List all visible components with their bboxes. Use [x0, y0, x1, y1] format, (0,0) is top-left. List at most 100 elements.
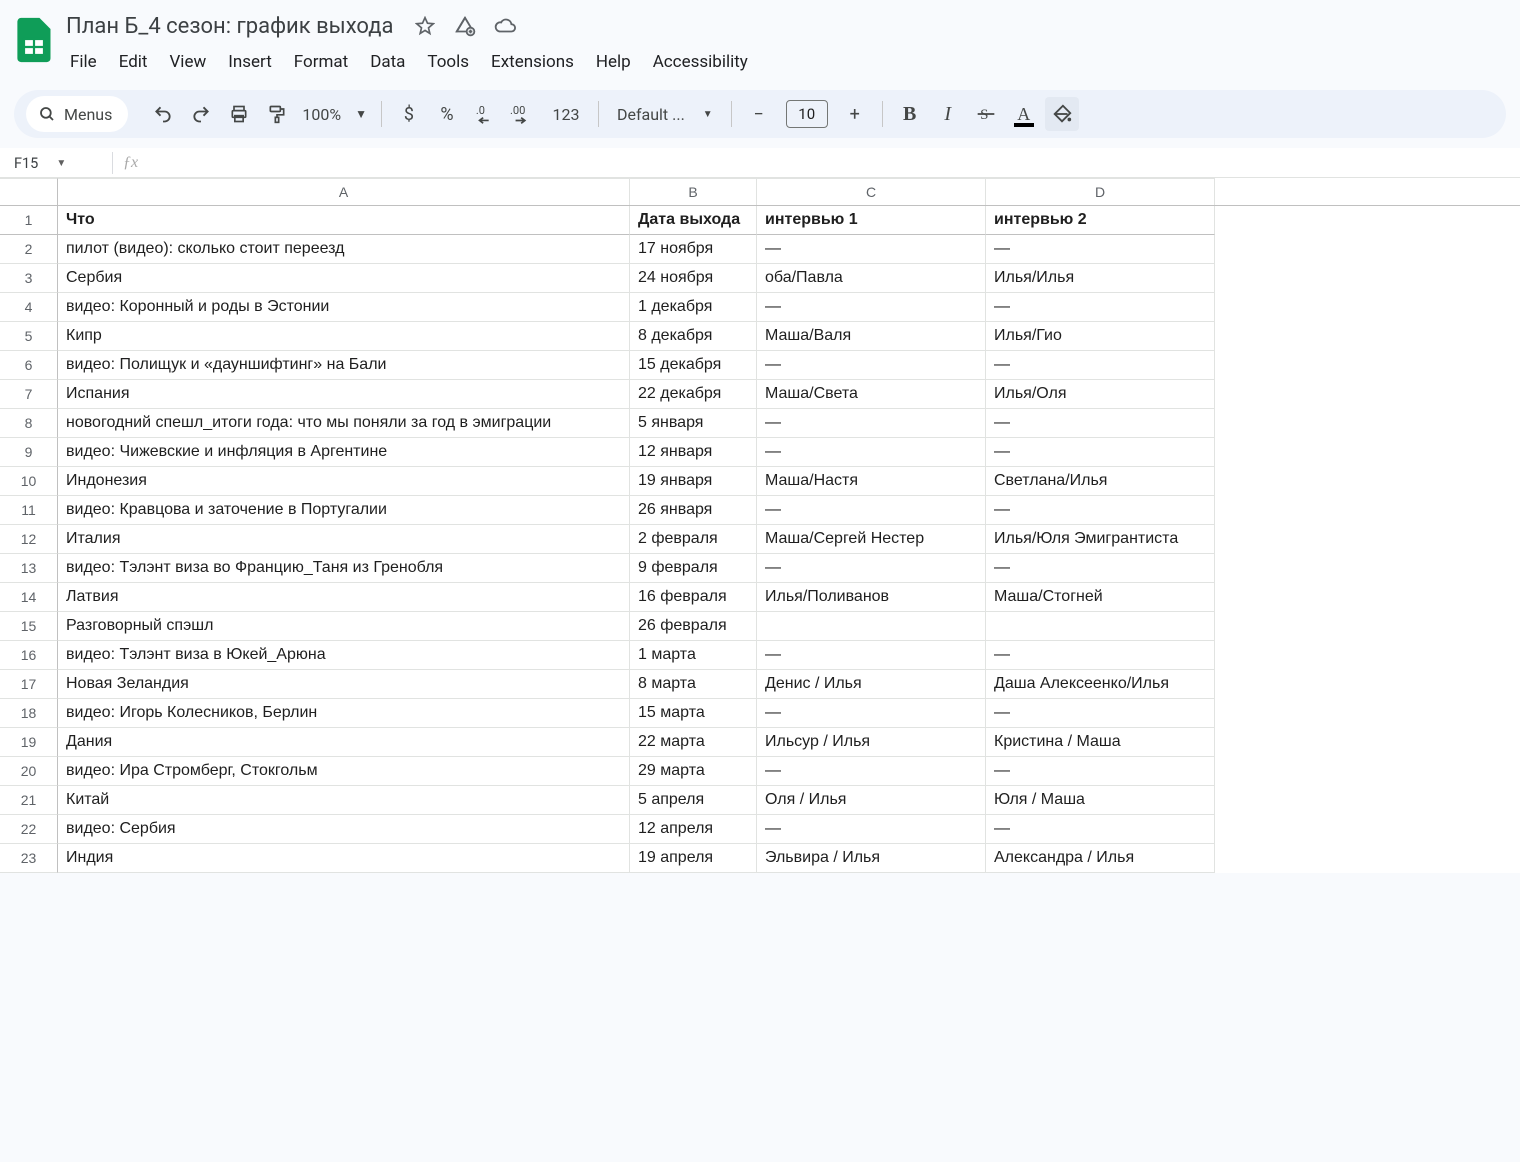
cell[interactable]: — — [757, 815, 986, 844]
cell[interactable]: — — [757, 757, 986, 786]
font-size-input[interactable]: 10 — [786, 100, 828, 128]
strikethrough-button[interactable]: S — [969, 97, 1003, 131]
cell[interactable]: 8 декабря — [630, 322, 757, 351]
cell[interactable]: Кристина / Маша — [986, 728, 1215, 757]
cell[interactable]: — — [986, 293, 1215, 322]
decrease-decimal-button[interactable]: .0 — [468, 97, 502, 131]
cell[interactable]: — — [986, 554, 1215, 583]
cell[interactable]: — — [986, 757, 1215, 786]
cell[interactable]: 8 марта — [630, 670, 757, 699]
cell[interactable]: 22 марта — [630, 728, 757, 757]
cell[interactable]: Сербия — [58, 264, 630, 293]
cell[interactable]: Китай — [58, 786, 630, 815]
row-header[interactable]: 1 — [0, 206, 58, 235]
star-icon[interactable] — [411, 12, 439, 40]
menu-help[interactable]: Help — [586, 46, 641, 78]
cell[interactable]: Илья/Оля — [986, 380, 1215, 409]
col-header-b[interactable]: B — [630, 178, 757, 205]
move-icon[interactable] — [451, 12, 479, 40]
row-header[interactable]: 15 — [0, 612, 58, 641]
cell[interactable]: Новая Зеландия — [58, 670, 630, 699]
cell[interactable]: Кипр — [58, 322, 630, 351]
cell[interactable]: 12 января — [630, 438, 757, 467]
cell[interactable]: Италия — [58, 525, 630, 554]
cell[interactable]: интервью 1 — [757, 206, 986, 235]
cell[interactable]: — — [757, 438, 986, 467]
cell[interactable]: Александра / Илья — [986, 844, 1215, 873]
cell[interactable]: Оля / Илья — [757, 786, 986, 815]
cell[interactable]: — — [986, 351, 1215, 380]
cell[interactable]: Дата выхода — [630, 206, 757, 235]
col-header-c[interactable]: C — [757, 178, 986, 205]
row-header[interactable]: 18 — [0, 699, 58, 728]
cell[interactable]: 5 апреля — [630, 786, 757, 815]
bold-button[interactable]: B — [893, 97, 927, 131]
cell[interactable]: 1 декабря — [630, 293, 757, 322]
cell[interactable]: 15 декабря — [630, 351, 757, 380]
menu-insert[interactable]: Insert — [218, 46, 282, 78]
row-header[interactable]: 5 — [0, 322, 58, 351]
row-header[interactable]: 14 — [0, 583, 58, 612]
menu-file[interactable]: File — [60, 46, 107, 78]
cell[interactable]: 19 апреля — [630, 844, 757, 873]
row-header[interactable]: 2 — [0, 235, 58, 264]
cell[interactable]: — — [757, 293, 986, 322]
cell[interactable]: 5 января — [630, 409, 757, 438]
cell[interactable]: Ильсур / Илья — [757, 728, 986, 757]
row-header[interactable]: 7 — [0, 380, 58, 409]
cell[interactable]: видео: Коронный и роды в Эстонии — [58, 293, 630, 322]
cell[interactable]: Испания — [58, 380, 630, 409]
undo-button[interactable] — [146, 97, 180, 131]
cell[interactable]: видео: Кравцова и заточение в Португалии — [58, 496, 630, 525]
row-header[interactable]: 3 — [0, 264, 58, 293]
redo-button[interactable] — [184, 97, 218, 131]
menu-accessibility[interactable]: Accessibility — [643, 46, 758, 78]
cell[interactable]: — — [757, 235, 986, 264]
cell[interactable]: — — [986, 815, 1215, 844]
cell[interactable]: Что — [58, 206, 630, 235]
cell[interactable]: видео: Ира Стромберг, Стокгольм — [58, 757, 630, 786]
cell[interactable]: Эльвира / Илья — [757, 844, 986, 873]
menu-tools[interactable]: Tools — [417, 46, 479, 78]
cell[interactable]: 12 апреля — [630, 815, 757, 844]
cell[interactable]: 29 марта — [630, 757, 757, 786]
row-header[interactable]: 10 — [0, 467, 58, 496]
cell[interactable]: 17 ноября — [630, 235, 757, 264]
cell[interactable]: 24 ноября — [630, 264, 757, 293]
select-all-corner[interactable] — [0, 178, 58, 205]
cell[interactable]: видео: Полищук и «дауншифтинг» на Бали — [58, 351, 630, 380]
cell[interactable]: видео: Сербия — [58, 815, 630, 844]
more-formats-button[interactable]: 123 — [544, 97, 588, 131]
row-header[interactable]: 23 — [0, 844, 58, 873]
row-header[interactable]: 11 — [0, 496, 58, 525]
cell[interactable] — [986, 612, 1215, 641]
format-percent-button[interactable]: % — [430, 97, 464, 131]
row-header[interactable]: 19 — [0, 728, 58, 757]
cell[interactable]: Разговорный спэшл — [58, 612, 630, 641]
document-title[interactable]: План Б_4 сезон: график выхода — [60, 12, 399, 41]
menu-edit[interactable]: Edit — [109, 46, 158, 78]
cell[interactable]: Латвия — [58, 583, 630, 612]
cell[interactable]: Маша/Стогней — [986, 583, 1215, 612]
cell[interactable]: — — [986, 496, 1215, 525]
menu-extensions[interactable]: Extensions — [481, 46, 584, 78]
cell[interactable]: Индонезия — [58, 467, 630, 496]
cell[interactable]: 22 декабря — [630, 380, 757, 409]
print-button[interactable] — [222, 97, 256, 131]
row-header[interactable]: 21 — [0, 786, 58, 815]
col-header-d[interactable]: D — [986, 178, 1215, 205]
cell[interactable]: пилот (видео): сколько стоит переезд — [58, 235, 630, 264]
cell[interactable]: Илья/Гио — [986, 322, 1215, 351]
cell[interactable]: 19 января — [630, 467, 757, 496]
zoom-select[interactable]: 100% ▼ — [298, 105, 371, 124]
row-header[interactable]: 12 — [0, 525, 58, 554]
paint-format-button[interactable] — [260, 97, 294, 131]
row-header[interactable]: 13 — [0, 554, 58, 583]
menu-format[interactable]: Format — [284, 46, 358, 78]
fill-color-button[interactable] — [1045, 97, 1079, 131]
cell[interactable]: 2 февраля — [630, 525, 757, 554]
italic-button[interactable]: I — [931, 97, 965, 131]
menu-view[interactable]: View — [159, 46, 216, 78]
font-select[interactable]: Default ... ▼ — [609, 105, 721, 124]
cell[interactable]: 9 февраля — [630, 554, 757, 583]
